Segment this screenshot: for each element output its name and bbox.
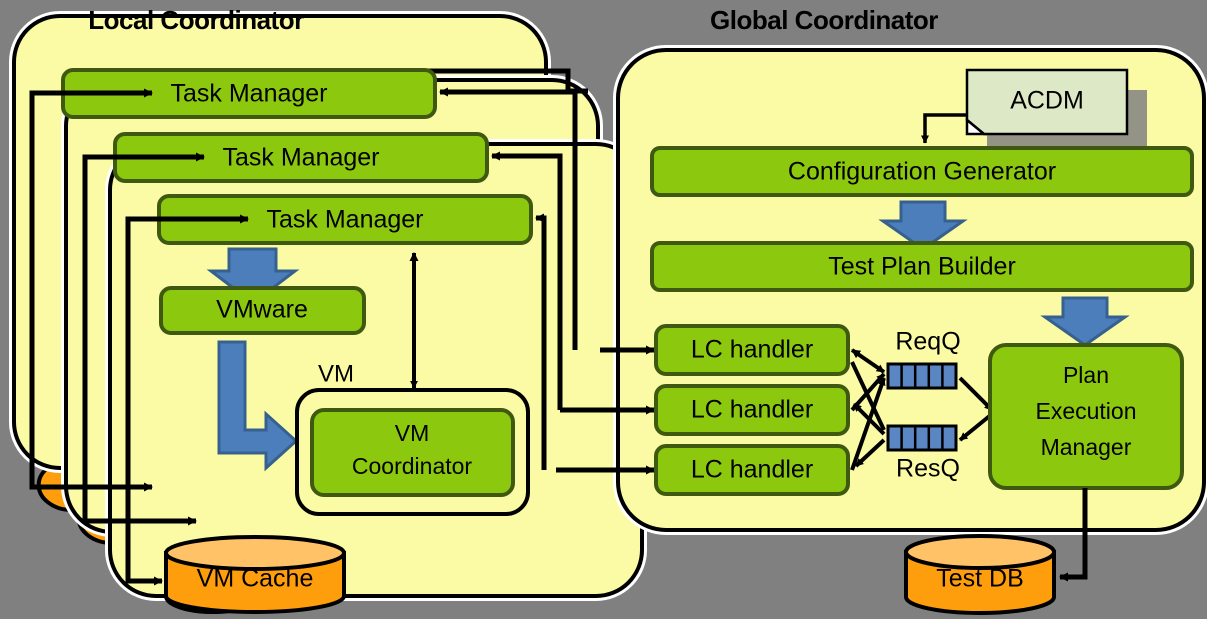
vm-cache-label: VM Cache	[197, 565, 314, 593]
plan-execution-manager-label-line3: Manager	[1041, 434, 1132, 460]
plan-execution-manager-label-line1: Plan	[1063, 362, 1109, 388]
lc-handler-box-1[interactable]: LC handler	[654, 324, 850, 376]
vm-coordinator-label-line1: VM	[395, 420, 430, 446]
vm-cache-cylinder[interactable]: VM Cache	[164, 535, 346, 614]
diagram-canvas: Local Coordinator Global Coordinator Tas…	[0, 0, 1207, 619]
plan-execution-manager-label-line2: Execution	[1035, 398, 1136, 424]
test-plan-builder-box[interactable]: Test Plan Builder	[650, 241, 1194, 292]
lc-handler-box-2[interactable]: LC handler	[654, 384, 850, 436]
reqq-label: ReqQ	[895, 328, 960, 356]
lc-handler-box-3[interactable]: LC handler	[654, 444, 850, 496]
task-manager-label-3: Task Manager	[266, 206, 423, 234]
vm-coordinator-label-line2: Coordinator	[352, 453, 473, 479]
vmware-box[interactable]: VMware	[159, 286, 366, 335]
acdm-document[interactable]: ACDM	[965, 68, 1147, 156]
task-manager-label-1: Task Manager	[170, 80, 327, 108]
test-plan-builder-label: Test Plan Builder	[828, 253, 1016, 281]
configuration-generator-box[interactable]: Configuration Generator	[650, 146, 1194, 197]
resq-label: ResQ	[896, 455, 960, 483]
vm-group-tag: VM	[318, 360, 354, 387]
lc-handler-label-1: LC handler	[691, 336, 813, 364]
resq-queue: ResQ	[886, 424, 960, 483]
vmware-label: VMware	[216, 296, 308, 324]
plan-execution-manager-box[interactable]: Plan Execution Manager	[988, 343, 1184, 490]
local-coordinator-title: Local Coordinator	[88, 5, 304, 35]
task-manager-label-2: Task Manager	[222, 144, 379, 172]
acdm-label: ACDM	[1010, 87, 1084, 115]
global-coordinator-title: Global Coordinator	[710, 5, 938, 35]
configuration-generator-label: Configuration Generator	[788, 158, 1056, 186]
lc-handler-label-2: LC handler	[691, 396, 813, 424]
test-db-cylinder[interactable]: Test DB	[904, 534, 1056, 615]
vm-coordinator-box[interactable]: VM Coordinator	[310, 408, 515, 497]
lc-handler-label-3: LC handler	[691, 456, 813, 484]
test-db-label: Test DB	[936, 565, 1024, 593]
